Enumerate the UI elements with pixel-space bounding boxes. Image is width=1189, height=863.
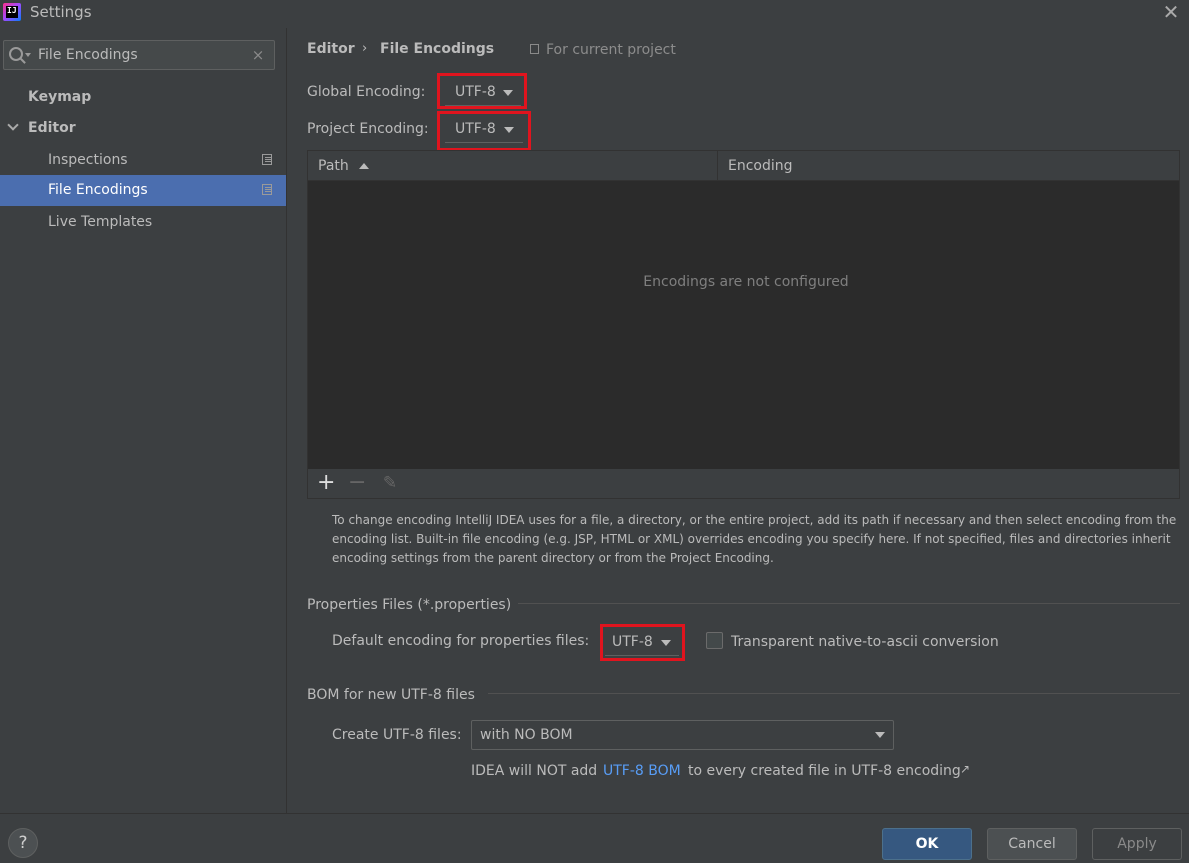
global-encoding-value: UTF-8: [455, 84, 496, 100]
sidebar-item-inspections[interactable]: Inspections: [0, 145, 286, 176]
native-to-ascii-label[interactable]: Transparent native-to-ascii conversion: [731, 634, 999, 650]
create-utf8-value: with NO BOM: [480, 727, 573, 743]
breadcrumb-file-encodings: File Encodings: [380, 41, 495, 57]
dropdown-arrow-icon: [661, 640, 671, 646]
project-encoding-select[interactable]: UTF-8: [445, 117, 523, 143]
bom-note-prefix: IDEA will NOT add: [471, 763, 598, 779]
sidebar-item-live-templates[interactable]: Live Templates: [0, 207, 286, 238]
section-divider: [518, 603, 1180, 604]
search-input[interactable]: [38, 42, 248, 68]
clear-search-icon[interactable]: ×: [250, 45, 266, 65]
project-encoding-label: Project Encoding:: [307, 121, 429, 137]
close-icon[interactable]: ✕: [1160, 0, 1182, 24]
project-scope-icon: [530, 44, 539, 54]
sidebar-item-file-encodings[interactable]: File Encodings: [0, 175, 286, 206]
intellij-logo-icon: IJ: [3, 3, 21, 21]
ok-button[interactable]: OK: [882, 828, 972, 860]
remove-icon[interactable]: −: [348, 471, 366, 495]
properties-encoding-value: UTF-8: [612, 634, 653, 650]
help-button[interactable]: ?: [8, 828, 38, 858]
sidebar-item-keymap[interactable]: Keymap: [0, 82, 286, 113]
sidebar-item-label: Editor: [28, 120, 76, 136]
table-toolbar: [308, 469, 1179, 498]
encodings-table[interactable]: [307, 150, 1180, 499]
app-icon-text: IJ: [7, 6, 17, 15]
sidebar-item-label: Live Templates: [48, 214, 153, 230]
breadcrumb-editor[interactable]: Editor: [307, 41, 355, 57]
bom-section-title: BOM for new UTF-8 files: [307, 687, 475, 703]
properties-section-title: Properties Files (*.properties): [307, 597, 512, 613]
global-encoding-label: Global Encoding:: [307, 84, 426, 100]
section-divider: [488, 693, 1180, 694]
project-scope-icon: [262, 154, 272, 165]
utf8-bom-link[interactable]: UTF-8 BOM: [603, 763, 681, 779]
global-encoding-select[interactable]: UTF-8: [445, 80, 521, 106]
properties-encoding-select[interactable]: UTF-8: [605, 630, 679, 656]
edit-icon[interactable]: ✎: [380, 473, 400, 493]
help-text: To change encoding IntelliJ IDEA uses fo…: [332, 513, 1177, 565]
create-utf8-label: Create UTF-8 files:: [332, 727, 462, 743]
table-empty-text: Encodings are not configured: [643, 274, 849, 290]
properties-encoding-label: Default encoding for properties files:: [332, 633, 590, 649]
column-resize-handle[interactable]: [717, 151, 718, 181]
project-scope-icon: [262, 184, 272, 195]
title-bar: [0, 0, 1189, 28]
external-link-icon[interactable]: ↗: [960, 762, 970, 776]
native-to-ascii-checkbox[interactable]: [706, 632, 723, 649]
dropdown-arrow-icon: [875, 732, 885, 738]
sidebar-item-editor[interactable]: Editor: [0, 113, 286, 144]
column-header-encoding[interactable]: Encoding: [728, 158, 793, 174]
dropdown-arrow-icon: [504, 127, 514, 133]
sort-ascending-icon[interactable]: [359, 163, 369, 169]
bom-note-suffix: to every created file in UTF-8 encoding: [688, 763, 961, 779]
scope-label: For current project: [546, 42, 676, 58]
sidebar-item-label: File Encodings: [48, 182, 148, 198]
sidebar-item-label: Inspections: [48, 152, 128, 168]
column-header-path[interactable]: Path: [318, 158, 349, 174]
project-encoding-value: UTF-8: [455, 121, 496, 137]
create-utf8-select[interactable]: with NO BOM: [471, 720, 894, 750]
search-icon[interactable]: [9, 47, 23, 61]
window-title: Settings: [30, 3, 92, 21]
breadcrumb-separator-icon: ›: [362, 41, 368, 56]
add-icon[interactable]: +: [317, 471, 335, 495]
search-options-caret-icon[interactable]: [25, 53, 31, 57]
dropdown-arrow-icon: [503, 90, 513, 96]
apply-button[interactable]: Apply: [1092, 828, 1182, 860]
sidebar-item-label: Keymap: [28, 89, 92, 105]
cancel-button[interactable]: Cancel: [987, 828, 1077, 860]
